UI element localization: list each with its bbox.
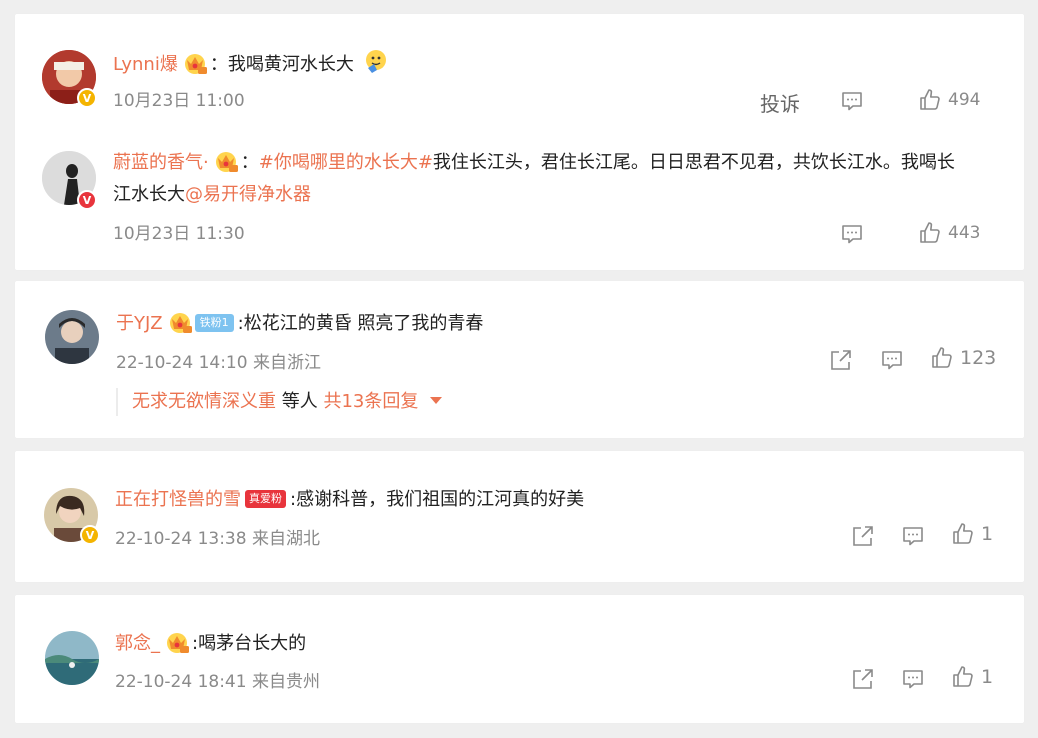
comment-text-line: 正在打怪兽的雪 真爱粉:感谢科普，我们祖国的江河真的好美 (115, 485, 584, 515)
comment-icon (901, 524, 925, 548)
verified-badge-icon: V (80, 525, 100, 545)
comment-time: 22-10-24 18:41 来自贵州 (115, 672, 320, 692)
comment-button[interactable] (901, 524, 925, 548)
topic-link[interactable]: #你喝哪里的水长大# (259, 152, 433, 173)
share-button[interactable] (851, 667, 875, 691)
like-icon (951, 665, 975, 689)
comment-button[interactable] (840, 89, 864, 113)
reply-like-button[interactable]: 443 (918, 221, 980, 245)
like-icon (918, 88, 942, 112)
crown-icon (213, 149, 239, 173)
comment-button[interactable] (880, 348, 904, 372)
avatar[interactable] (45, 631, 99, 685)
comment-text: :感谢科普，我们祖国的江河真的好美 (290, 489, 585, 510)
comment-text: 我喝黄河水长大 (227, 54, 354, 75)
separator: ： (240, 152, 259, 173)
like-count: 443 (948, 223, 981, 243)
emoji-icon (364, 48, 390, 74)
avatar[interactable] (45, 310, 99, 364)
comment-text-line: 郭念_ :喝茅台长大的 (115, 629, 306, 659)
comment-icon (840, 222, 864, 246)
like-icon (918, 221, 942, 245)
username-link[interactable]: 正在打怪兽的雪 (115, 489, 241, 510)
reply-text-line-1: 蔚蓝的香气· ：#你喝哪里的水长大#我住长江头，君住长江尾。日日思君不见君，共饮长… (113, 148, 955, 178)
like-icon (930, 346, 954, 370)
reply-comment-button[interactable] (840, 222, 864, 246)
comment-card: V 正在打怪兽的雪 真爱粉:感谢科普，我们祖国的江河真的好美 22-10-24 1… (15, 451, 1024, 582)
fan-badge: 铁粉1 (194, 314, 234, 332)
comment-text: :喝茅台长大的 (192, 633, 307, 654)
comment-text: :松花江的黄昏 照亮了我的青春 (237, 313, 484, 334)
like-button[interactable]: 494 (918, 88, 980, 112)
chevron-down-icon[interactable] (430, 397, 443, 404)
comment-time: 22-10-24 13:38 来自湖北 (115, 529, 320, 549)
report-button[interactable]: 投诉 (760, 88, 800, 117)
comment-icon (880, 348, 904, 372)
expand-replies-link[interactable]: 共13条回复 (323, 391, 418, 412)
reply-text-cont: 江水长大 (113, 184, 185, 205)
like-button[interactable]: 123 (930, 346, 996, 370)
reply-username-link[interactable]: 蔚蓝的香气· (113, 152, 209, 173)
verified-badge-icon: V (77, 88, 97, 108)
like-count: 494 (948, 90, 981, 110)
share-icon (851, 524, 875, 548)
comment-card: V Lynni爆 ：我喝黄河水长大 10月23日 11:00 投诉 494 V 蔚… (15, 14, 1024, 270)
share-button[interactable] (829, 348, 853, 372)
share-button[interactable] (851, 524, 875, 548)
true-fan-badge: 真爱粉 (245, 490, 286, 508)
share-icon (851, 667, 875, 691)
comment-time: 10月23日 11:00 (113, 91, 245, 111)
like-button[interactable]: 1 (951, 522, 993, 546)
username-link[interactable]: 郭念_ (115, 633, 160, 654)
comment-text-line: 于YJZ 铁粉1:松花江的黄昏 照亮了我的青春 (116, 309, 483, 339)
comment-icon (840, 89, 864, 113)
comment-icon (901, 667, 925, 691)
comment-time: 22-10-24 14:10 来自浙江 (116, 353, 321, 373)
username-link[interactable]: 于YJZ (116, 313, 163, 334)
share-icon (829, 348, 853, 372)
separator: ： (209, 54, 228, 75)
reply-text-line-2: 江水长大@易开得净水器 (113, 180, 311, 210)
like-count: 1 (981, 523, 994, 545)
replies-mid-text: 等人 (276, 391, 324, 412)
comment-card: 郭念_ :喝茅台长大的 22-10-24 18:41 来自贵州 1 (15, 595, 1024, 723)
comment-card: 于YJZ 铁粉1:松花江的黄昏 照亮了我的青春 22-10-24 14:10 来自… (15, 281, 1024, 438)
crown-icon (167, 310, 193, 334)
reply-time: 10月23日 11:30 (113, 224, 245, 244)
verified-badge-icon: V (77, 190, 97, 210)
like-count: 123 (960, 347, 997, 369)
crown-icon (164, 630, 190, 654)
like-button[interactable]: 1 (951, 665, 993, 689)
crown-icon (182, 51, 208, 75)
like-count: 1 (981, 666, 994, 688)
username-link[interactable]: Lynni爆 (113, 54, 178, 75)
reply-user-link[interactable]: 无求无欲情深义重 (132, 391, 276, 412)
like-icon (951, 522, 975, 546)
mention-link[interactable]: @易开得净水器 (185, 184, 311, 205)
reply-text: 我住长江头，君住长江尾。日日思君不见君，共饮长江水。我喝长 (432, 152, 955, 173)
comment-text-line: Lynni爆 ：我喝黄河水长大 (113, 48, 390, 80)
comment-button[interactable] (901, 667, 925, 691)
replies-summary: 无求无欲情深义重 等人 共13条回复 (116, 388, 443, 416)
